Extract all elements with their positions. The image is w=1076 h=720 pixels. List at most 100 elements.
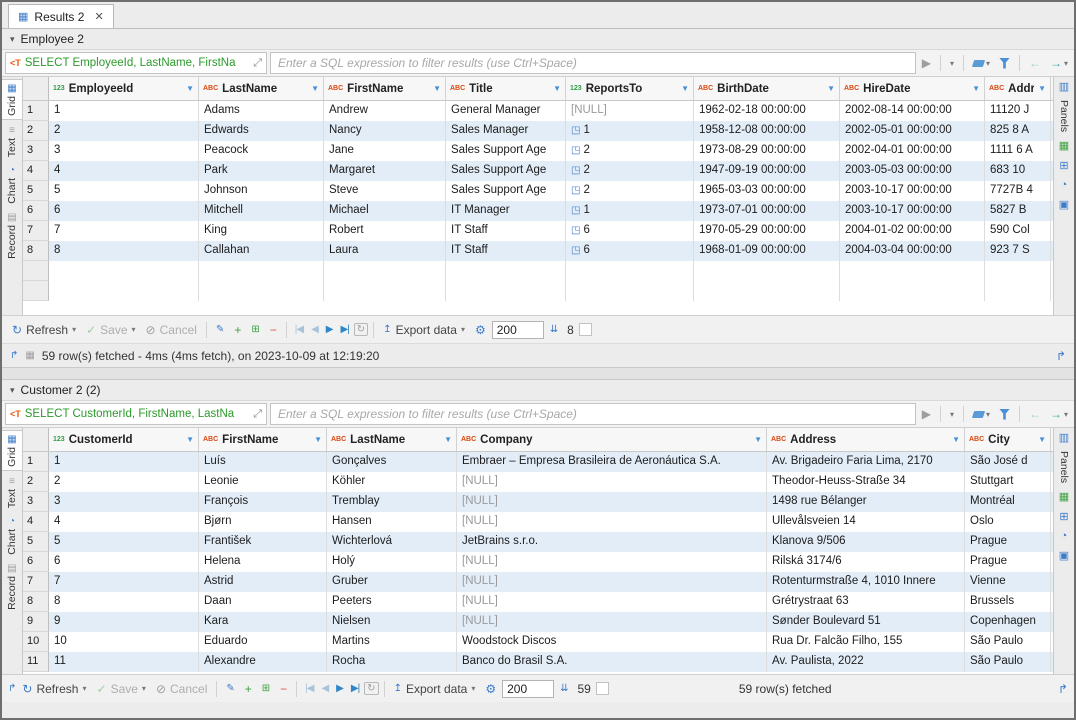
grid-cell[interactable]: 10 bbox=[49, 632, 199, 652]
grid-cell[interactable]: [NULL] bbox=[457, 492, 767, 512]
fetch-size-input[interactable] bbox=[492, 321, 544, 339]
refresh-grid-icon[interactable]: ↻ bbox=[364, 682, 378, 695]
fetch-next-page-button[interactable]: ⇊ bbox=[546, 322, 562, 337]
save-button[interactable]: ✓ Save ▾ bbox=[93, 680, 150, 698]
row-number[interactable]: 2 bbox=[23, 121, 49, 141]
row-number[interactable]: 11 bbox=[23, 652, 49, 672]
tab-results-2[interactable]: ▦ Results 2 ✕ bbox=[8, 4, 114, 28]
reset-filter-button[interactable]: ▾ bbox=[970, 408, 993, 421]
grid-cell[interactable]: Klanova 9/506 bbox=[767, 532, 965, 552]
duplicate-row-button[interactable]: ⊞ bbox=[258, 681, 274, 696]
grid-cell[interactable]: 1965-03-03 00:00:00 bbox=[694, 181, 840, 201]
tab-chart[interactable]: ◔ Chart bbox=[2, 162, 22, 207]
grid-cell[interactable]: Helena bbox=[199, 552, 327, 572]
grid-cell[interactable]: 6 bbox=[49, 552, 199, 572]
grid-cell[interactable]: Prague bbox=[965, 532, 1051, 552]
row-number[interactable]: 3 bbox=[23, 141, 49, 161]
column-filter-icon[interactable]: ▼ bbox=[827, 84, 835, 93]
grid-cell[interactable]: Vienne bbox=[965, 572, 1051, 592]
fetch-next-page-button[interactable]: ⇊ bbox=[556, 681, 572, 696]
add-row-button[interactable]: + bbox=[230, 321, 245, 339]
column-filter-icon[interactable]: ▼ bbox=[681, 84, 689, 93]
grid-cell[interactable]: 2002-05-01 00:00:00 bbox=[840, 121, 985, 141]
grid-cell[interactable]: ◳2 bbox=[566, 161, 694, 181]
collapse-icon[interactable]: ▾ bbox=[10, 385, 15, 396]
grid-cell[interactable]: [NULL] bbox=[457, 552, 767, 572]
grid-cell[interactable]: Brussels bbox=[965, 592, 1051, 612]
nav-prev-button[interactable]: ◀ bbox=[318, 683, 331, 694]
row-number[interactable]: 7 bbox=[23, 572, 49, 592]
grid-cell[interactable]: 1973-08-29 00:00:00 bbox=[694, 141, 840, 161]
grouping-panel-icon[interactable]: ▦ bbox=[1059, 490, 1069, 503]
row-number[interactable]: 6 bbox=[23, 552, 49, 572]
metadata-panel-icon[interactable]: ◔ bbox=[1061, 530, 1068, 542]
column-filter-icon[interactable]: ▼ bbox=[311, 84, 319, 93]
grid-cell[interactable]: Margaret bbox=[324, 161, 446, 181]
grid-cell[interactable]: 2002-04-01 00:00:00 bbox=[840, 141, 985, 161]
reference-icon[interactable]: ◳ bbox=[571, 185, 580, 196]
grid-cell[interactable]: Stuttgart bbox=[965, 472, 1051, 492]
grid-cell[interactable]: Adams bbox=[199, 101, 324, 121]
row-number[interactable]: 5 bbox=[23, 181, 49, 201]
value-panel-icon[interactable]: ▣ bbox=[1059, 198, 1069, 211]
nav-back-button[interactable]: ← bbox=[1026, 405, 1044, 423]
grid-cell[interactable]: 1111 6 A bbox=[985, 141, 1051, 161]
grid-cell[interactable]: Robert bbox=[324, 221, 446, 241]
grid-cell[interactable]: Jane bbox=[324, 141, 446, 161]
grid-cell[interactable]: Oslo bbox=[965, 512, 1051, 532]
column-header-firstname[interactable]: ABCFirstName▼ bbox=[199, 428, 327, 451]
grid-cell[interactable]: ◳6 bbox=[566, 221, 694, 241]
grid-cell[interactable]: 6 bbox=[49, 201, 199, 221]
duplicate-row-button[interactable]: ⊞ bbox=[247, 322, 263, 337]
tab-close-icon[interactable]: ✕ bbox=[94, 10, 103, 23]
grid-cell[interactable]: François bbox=[199, 492, 327, 512]
tab-record[interactable]: ▤ Record bbox=[2, 560, 22, 613]
nav-first-button[interactable]: |◀ bbox=[292, 324, 306, 335]
grid-cell[interactable]: IT Staff bbox=[446, 221, 566, 241]
grid-cell[interactable]: 1 bbox=[49, 101, 199, 121]
column-header-employeeid[interactable]: 123EmployeeId▼ bbox=[49, 77, 199, 100]
reference-icon[interactable]: ◳ bbox=[571, 205, 580, 216]
filters-menu-button[interactable] bbox=[996, 56, 1013, 71]
edit-value-button[interactable]: ✎ bbox=[222, 681, 238, 696]
grid-cell[interactable]: 2 bbox=[49, 472, 199, 492]
grid-cell[interactable]: 8 bbox=[49, 241, 199, 261]
row-number[interactable]: 2 bbox=[23, 472, 49, 492]
reference-icon[interactable]: ◳ bbox=[571, 225, 580, 236]
nav-forward-button[interactable]: →▾ bbox=[1047, 54, 1071, 72]
grid-cell[interactable]: Kara bbox=[199, 612, 327, 632]
expand-filter-icon[interactable]: ⤢ bbox=[253, 408, 262, 421]
grid-cell[interactable]: 2002-08-14 00:00:00 bbox=[840, 101, 985, 121]
grid-cell[interactable]: Sales Support Age bbox=[446, 161, 566, 181]
grid-cell[interactable]: 1947-09-19 00:00:00 bbox=[694, 161, 840, 181]
export-data-button[interactable]: ↥ Export data ▾ bbox=[390, 680, 480, 698]
delete-row-button[interactable]: − bbox=[276, 680, 291, 698]
grid-cell[interactable]: 590 Col bbox=[985, 221, 1051, 241]
grid-cell[interactable]: [NULL] bbox=[457, 612, 767, 632]
grid-cell[interactable]: Rotenturmstraße 4, 1010 Innere bbox=[767, 572, 965, 592]
grid-cell[interactable]: Prague bbox=[965, 552, 1051, 572]
nav-forward-button[interactable]: →▾ bbox=[1047, 405, 1071, 423]
grid-cell[interactable]: 5 bbox=[49, 532, 199, 552]
grid-cell[interactable]: Sønder Boulevard 51 bbox=[767, 612, 965, 632]
nav-prev-button[interactable]: ◀ bbox=[308, 324, 321, 335]
grid-cell[interactable]: 1498 rue Bélanger bbox=[767, 492, 965, 512]
grid-cell[interactable]: São Paulo bbox=[965, 652, 1051, 672]
tab-text[interactable]: ≡ Text bbox=[2, 122, 22, 160]
employee-filter-input[interactable] bbox=[270, 52, 916, 74]
grid-cell[interactable]: Mitchell bbox=[199, 201, 324, 221]
value-panel-icon[interactable]: ▣ bbox=[1059, 549, 1069, 562]
grid-corner[interactable] bbox=[23, 428, 49, 451]
column-filter-icon[interactable]: ▼ bbox=[1038, 435, 1046, 444]
calc-panel-icon[interactable]: ⊞ bbox=[1059, 510, 1068, 523]
grid-cell[interactable]: Alexandre bbox=[199, 652, 327, 672]
column-filter-icon[interactable]: ▼ bbox=[444, 435, 452, 444]
grid-cell[interactable]: 2004-03-04 00:00:00 bbox=[840, 241, 985, 261]
grid-cell[interactable]: 1973-07-01 00:00:00 bbox=[694, 201, 840, 221]
grid-cell[interactable]: Av. Paulista, 2022 bbox=[767, 652, 965, 672]
grid-cell[interactable]: Woodstock Discos bbox=[457, 632, 767, 652]
column-header-city[interactable]: ABCCity▼ bbox=[965, 428, 1051, 451]
reference-icon[interactable]: ◳ bbox=[571, 145, 580, 156]
grid-cell[interactable]: ◳6 bbox=[566, 241, 694, 261]
grid-cell[interactable]: Tremblay bbox=[327, 492, 457, 512]
